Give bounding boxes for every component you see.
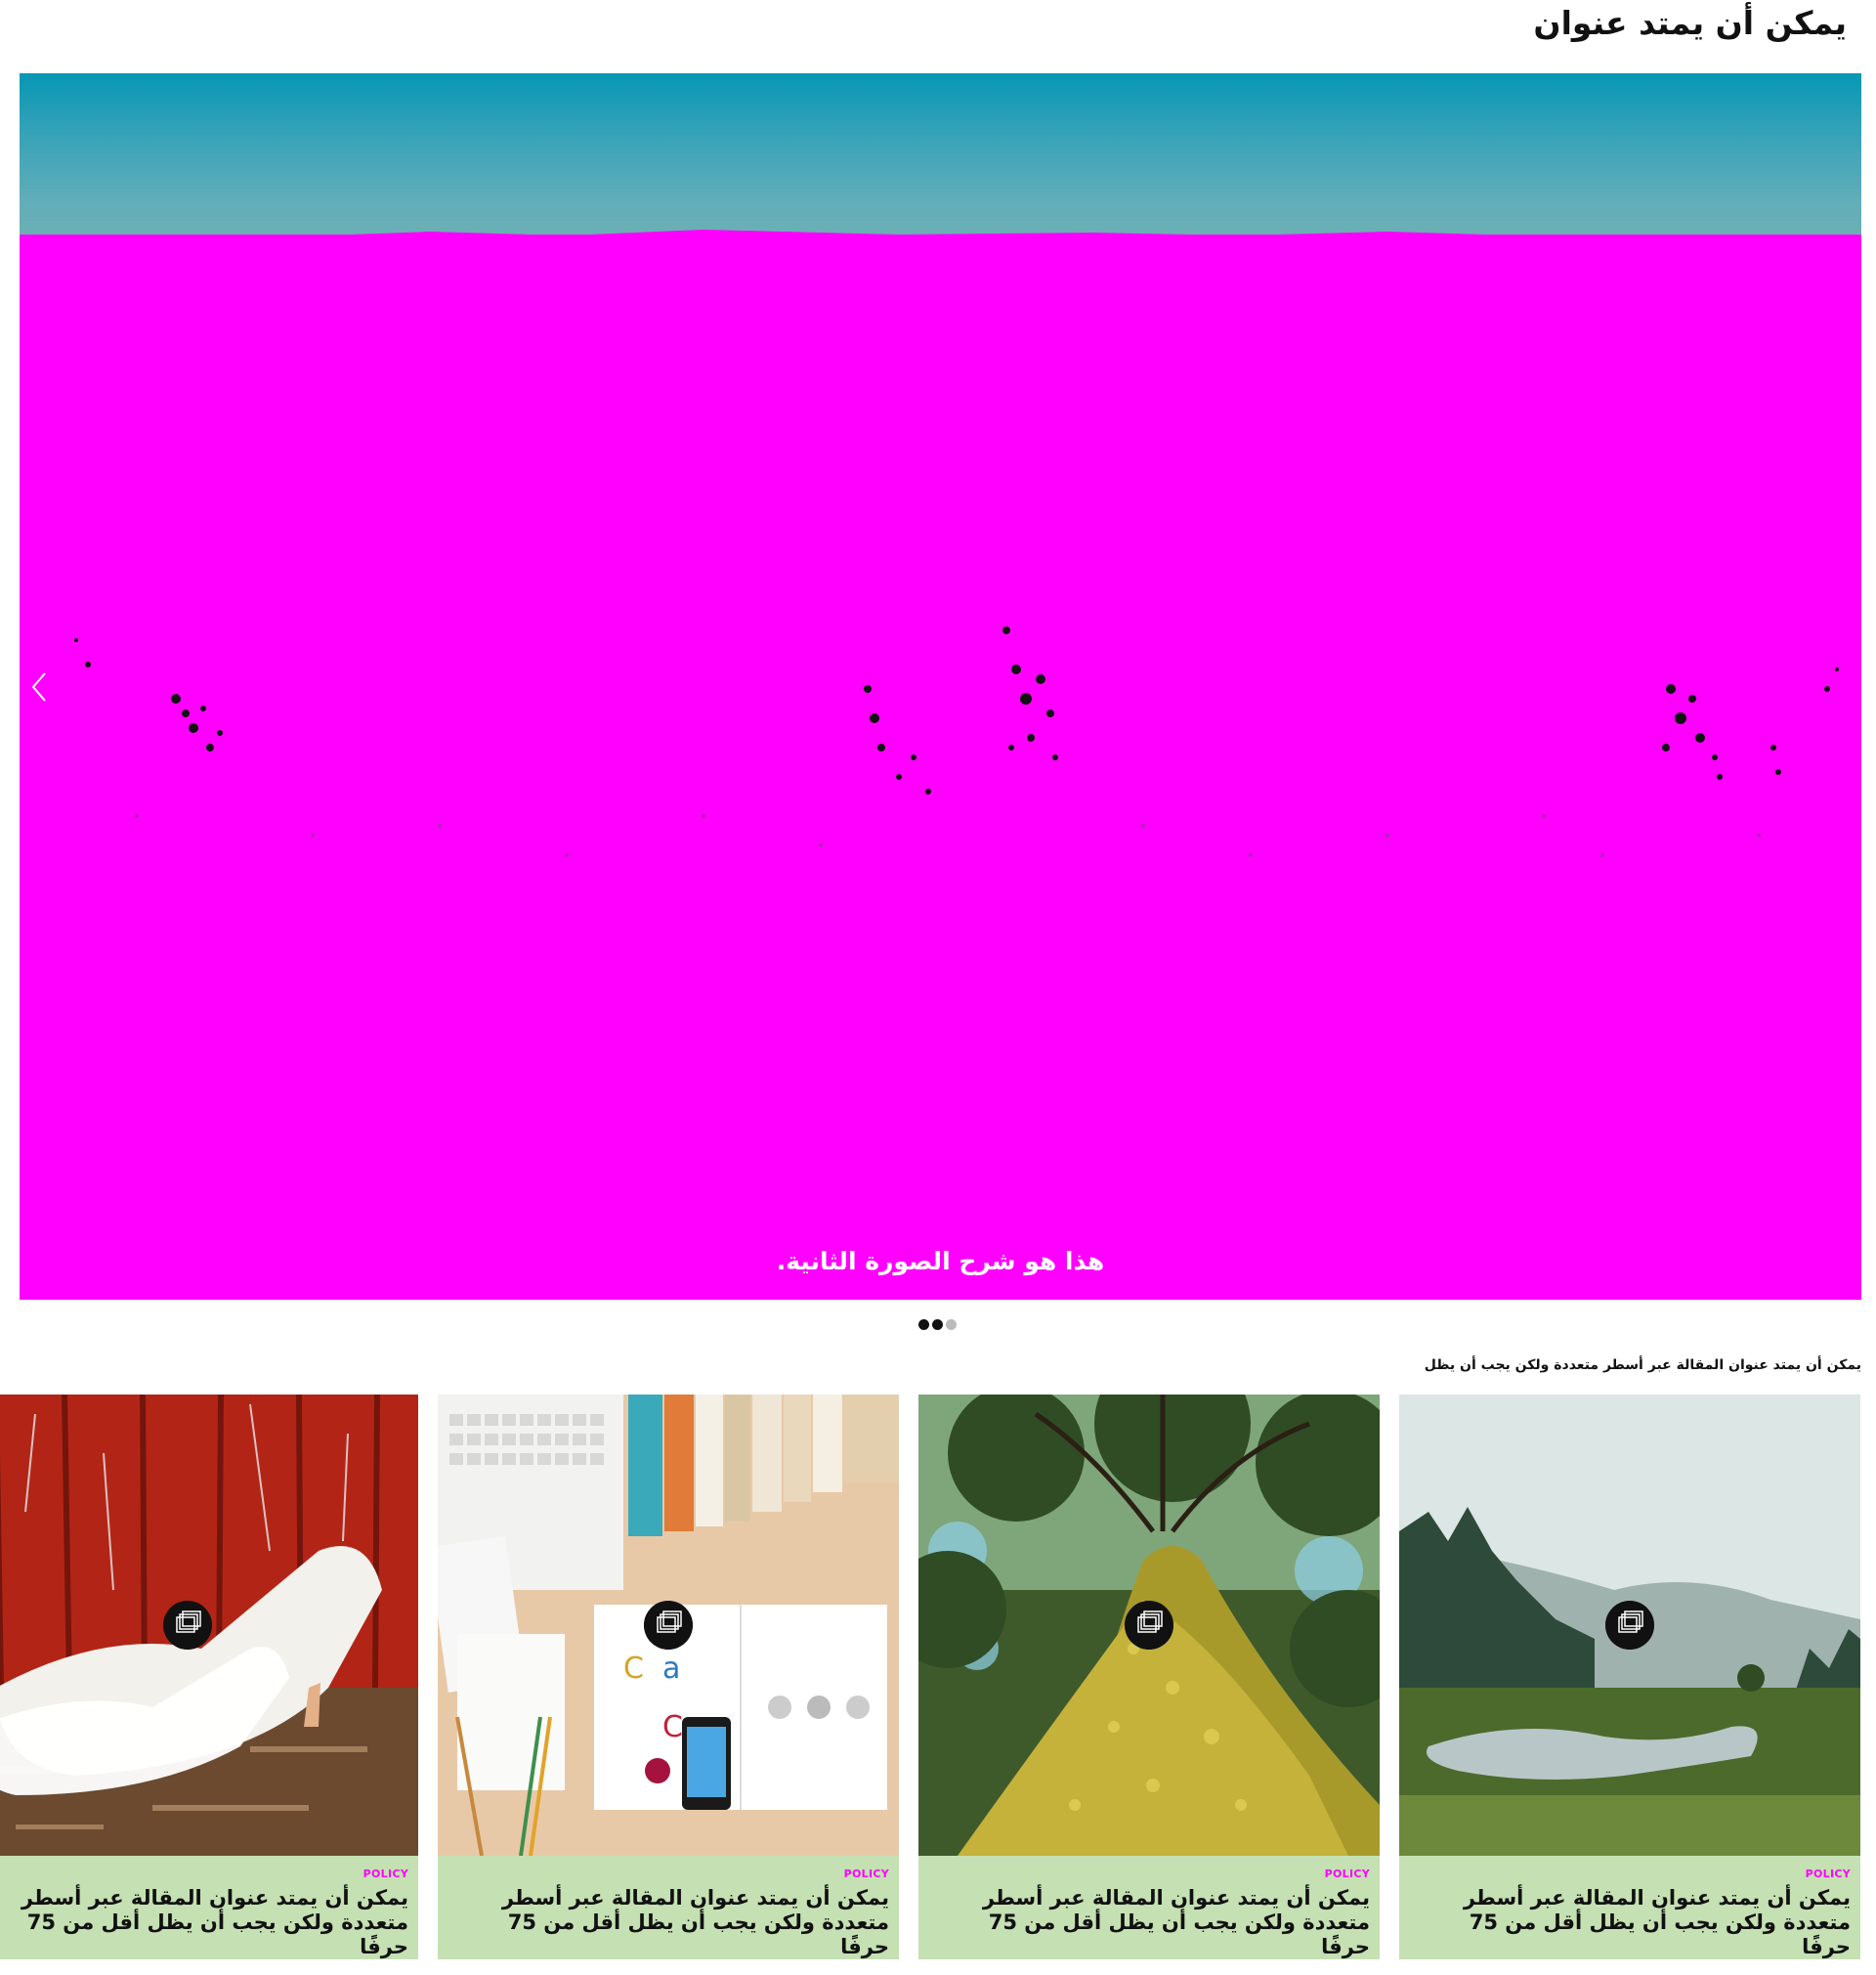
page: يمكن أن يمتد عنوان هذا هو شرح الصورة الث…: [0, 0, 1876, 1975]
gallery-icon: [1605, 1601, 1654, 1650]
card-title[interactable]: يمكن أن يمتد عنوان المقالة عبر أسطر متعد…: [0, 1886, 408, 1959]
chevron-left-icon[interactable]: [27, 667, 51, 707]
slider-dot-3[interactable]: [946, 1319, 957, 1330]
card-title[interactable]: يمكن أن يمتد عنوان المقالة عبر أسطر متعد…: [940, 1886, 1370, 1959]
card-title[interactable]: يمكن أن يمتد عنوان المقالة عبر أسطر متعد…: [459, 1886, 889, 1959]
image-slider[interactable]: هذا هو شرح الصورة الثانية.: [20, 73, 1861, 1300]
article-card[interactable]: C a C POLICY يمكن أن يمتد عنوان المقالة …: [438, 1395, 899, 1959]
slider-dot-2[interactable]: [932, 1319, 943, 1330]
card-category[interactable]: POLICY: [844, 1868, 889, 1881]
slide-caption: هذا هو شرح الصورة الثانية.: [776, 1247, 1105, 1275]
block-title: يمكن أن يمتد عنوان: [1533, 4, 1847, 42]
article-card[interactable]: POLICY يمكن أن يمتد عنوان المقالة عبر أس…: [1399, 1395, 1860, 1959]
gallery-icon: [163, 1601, 212, 1650]
article-card[interactable]: POLICY يمكن أن يمتد عنوان المقالة عبر أس…: [918, 1395, 1380, 1959]
slider-pagination: [918, 1319, 957, 1333]
article-teaser-link[interactable]: يمكن أن يمتد عنوان المقالة عبر أسطر متعد…: [1425, 1354, 1861, 1376]
gallery-icon: [644, 1601, 693, 1650]
slide-tree-specks: [20, 230, 1861, 857]
svg-text:a: a: [662, 1652, 680, 1686]
svg-text:C: C: [662, 1710, 683, 1744]
svg-text:C: C: [623, 1652, 644, 1686]
card-title[interactable]: يمكن أن يمتد عنوان المقالة عبر أسطر متعد…: [1421, 1886, 1851, 1959]
card-category[interactable]: POLICY: [1325, 1868, 1370, 1881]
card-category[interactable]: POLICY: [363, 1868, 408, 1881]
slider-dot-1[interactable]: [918, 1319, 929, 1330]
article-card[interactable]: POLICY يمكن أن يمتد عنوان المقالة عبر أس…: [0, 1395, 418, 1959]
article-cards: POLICY يمكن أن يمتد عنوان المقالة عبر أس…: [0, 1395, 1861, 1959]
card-category[interactable]: POLICY: [1806, 1868, 1851, 1881]
gallery-icon: [1125, 1601, 1173, 1650]
